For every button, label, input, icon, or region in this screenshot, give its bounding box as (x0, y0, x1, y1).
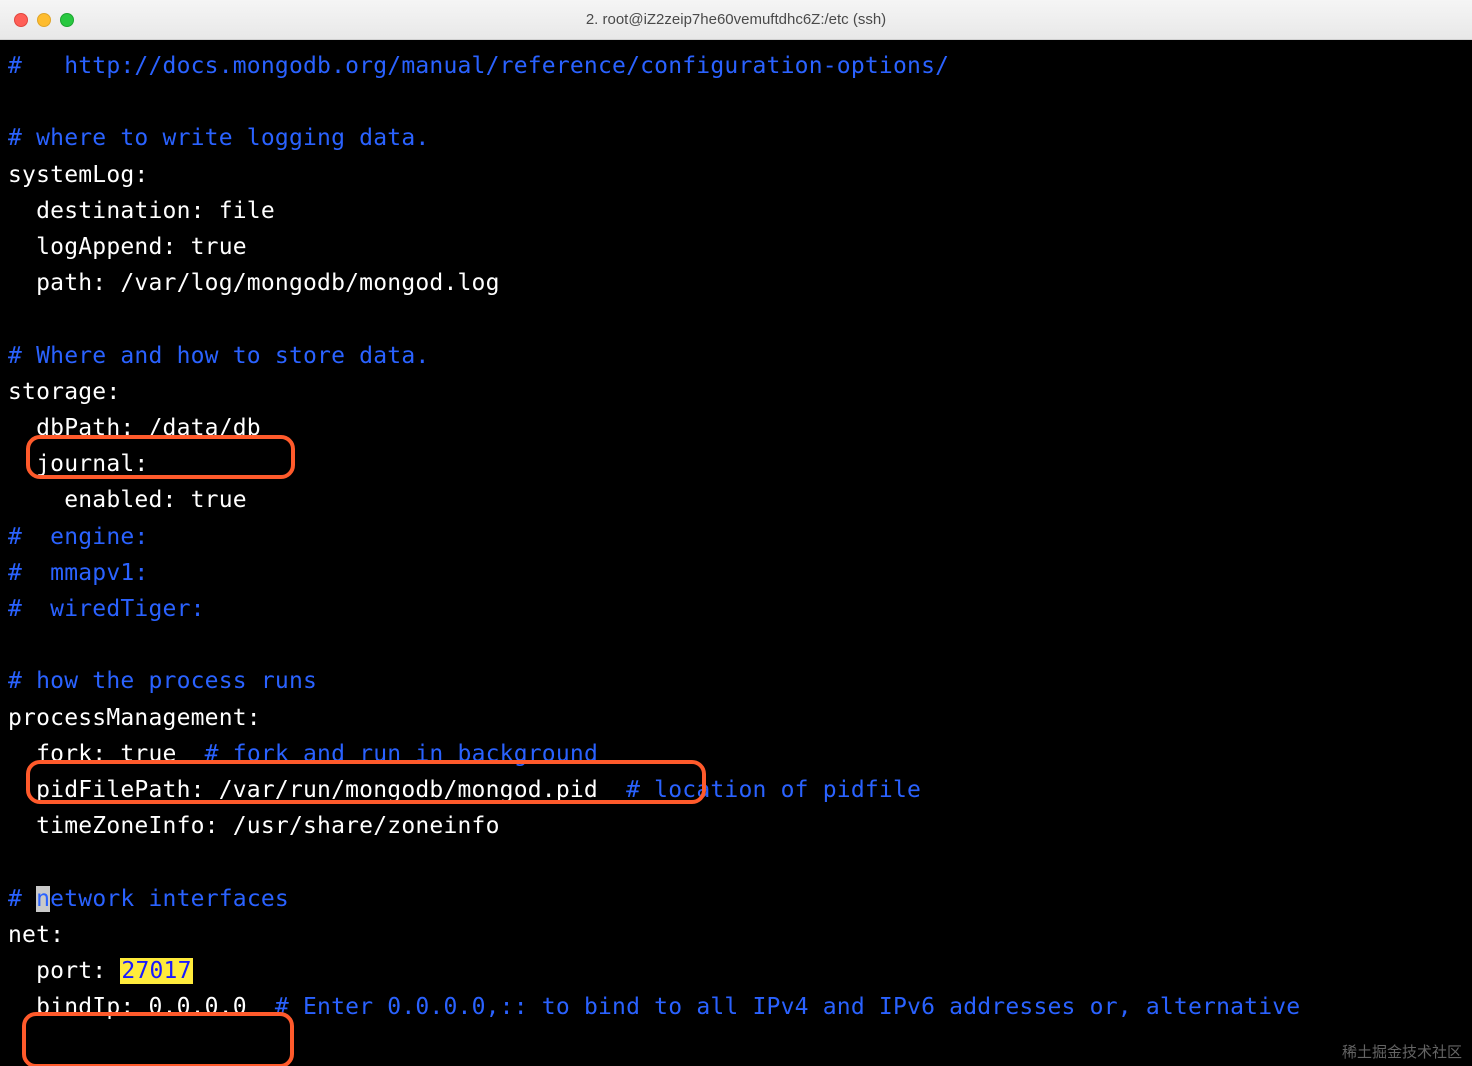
terminal-line (8, 84, 1466, 120)
terminal-segment: 27017 (120, 958, 192, 984)
terminal-line: # mmapv1: (8, 555, 1466, 591)
terminal-segment: # location of pidfile (626, 777, 921, 803)
terminal-segment: path: /var/log/mongodb/mongod.log (8, 270, 500, 296)
terminal-line: fork: true # fork and run in background (8, 736, 1466, 772)
terminal-segment: pidFilePath: /var/run/mongodb/mongod.pid (8, 777, 626, 803)
terminal-line: destination: file (8, 193, 1466, 229)
terminal-line: path: /var/log/mongodb/mongod.log (8, 265, 1466, 301)
terminal-line: # network interfaces (8, 881, 1466, 917)
terminal-segment: dbPath: /data/db (8, 415, 261, 441)
traffic-lights (14, 13, 74, 27)
terminal-line: pidFilePath: /var/run/mongodb/mongod.pid… (8, 772, 1466, 808)
terminal-segment: fork: true (8, 741, 205, 767)
terminal-segment: timeZoneInfo: /usr/share/zoneinfo (8, 813, 500, 839)
close-button[interactable] (14, 13, 28, 27)
terminal-line (8, 301, 1466, 337)
window-title: 2. root@iZ2zeip7he60vemuftdhc6Z:/etc (ss… (586, 11, 886, 28)
terminal-line: # Where and how to store data. (8, 338, 1466, 374)
terminal-viewport[interactable]: # http://docs.mongodb.org/manual/referen… (0, 40, 1472, 1066)
terminal-line: # how the process runs (8, 663, 1466, 699)
terminal-line (8, 844, 1466, 880)
terminal-segment: net: (8, 922, 64, 948)
terminal-line: # engine: (8, 519, 1466, 555)
terminal-line: dbPath: /data/db (8, 410, 1466, 446)
terminal-line: # where to write logging data. (8, 120, 1466, 156)
terminal-line: storage: (8, 374, 1466, 410)
terminal-segment: # wiredTiger: (8, 596, 205, 622)
terminal-line: port: 27017 (8, 953, 1466, 989)
terminal-line: # wiredTiger: (8, 591, 1466, 627)
terminal-segment: bindIp: 0.0.0.0 (8, 994, 275, 1020)
terminal-segment: port: (8, 958, 120, 984)
terminal-segment: # mmapv1: (8, 560, 148, 586)
terminal-line: bindIp: 0.0.0.0 # Enter 0.0.0.0,:: to bi… (8, 989, 1466, 1025)
terminal-segment: # fork and run in background (205, 741, 598, 767)
terminal-segment: systemLog: (8, 162, 148, 188)
terminal-segment: # how the process runs (8, 668, 317, 694)
terminal-segment: etwork interfaces (50, 886, 289, 912)
terminal-segment: journal: (8, 451, 148, 477)
terminal-segment: # http://docs.mongodb.org/manual/referen… (8, 53, 949, 79)
terminal-line: journal: (8, 446, 1466, 482)
terminal-line: processManagement: (8, 700, 1466, 736)
window-titlebar: 2. root@iZ2zeip7he60vemuftdhc6Z:/etc (ss… (0, 0, 1472, 40)
terminal-line (8, 627, 1466, 663)
terminal-segment: processManagement: (8, 705, 261, 731)
terminal-segment: storage: (8, 379, 120, 405)
minimize-button[interactable] (37, 13, 51, 27)
terminal-segment: # Enter 0.0.0.0,:: to bind to all IPv4 a… (275, 994, 1300, 1020)
terminal-line: timeZoneInfo: /usr/share/zoneinfo (8, 808, 1466, 844)
watermark-text: 稀土掘金技术社区 (1342, 1045, 1462, 1060)
terminal-line: logAppend: true (8, 229, 1466, 265)
zoom-button[interactable] (60, 13, 74, 27)
terminal-segment: # engine: (8, 524, 148, 550)
terminal-line: net: (8, 917, 1466, 953)
terminal-segment: logAppend: true (8, 234, 247, 260)
terminal-segment: enabled: true (8, 487, 247, 513)
terminal-segment: destination: file (8, 198, 275, 224)
terminal-segment: n (36, 886, 50, 912)
terminal-line: enabled: true (8, 482, 1466, 518)
terminal-segment: # Where and how to store data. (8, 343, 429, 369)
terminal-line: # http://docs.mongodb.org/manual/referen… (8, 48, 1466, 84)
terminal-segment: # (8, 886, 36, 912)
terminal-line: systemLog: (8, 157, 1466, 193)
terminal-segment: # where to write logging data. (8, 125, 429, 151)
